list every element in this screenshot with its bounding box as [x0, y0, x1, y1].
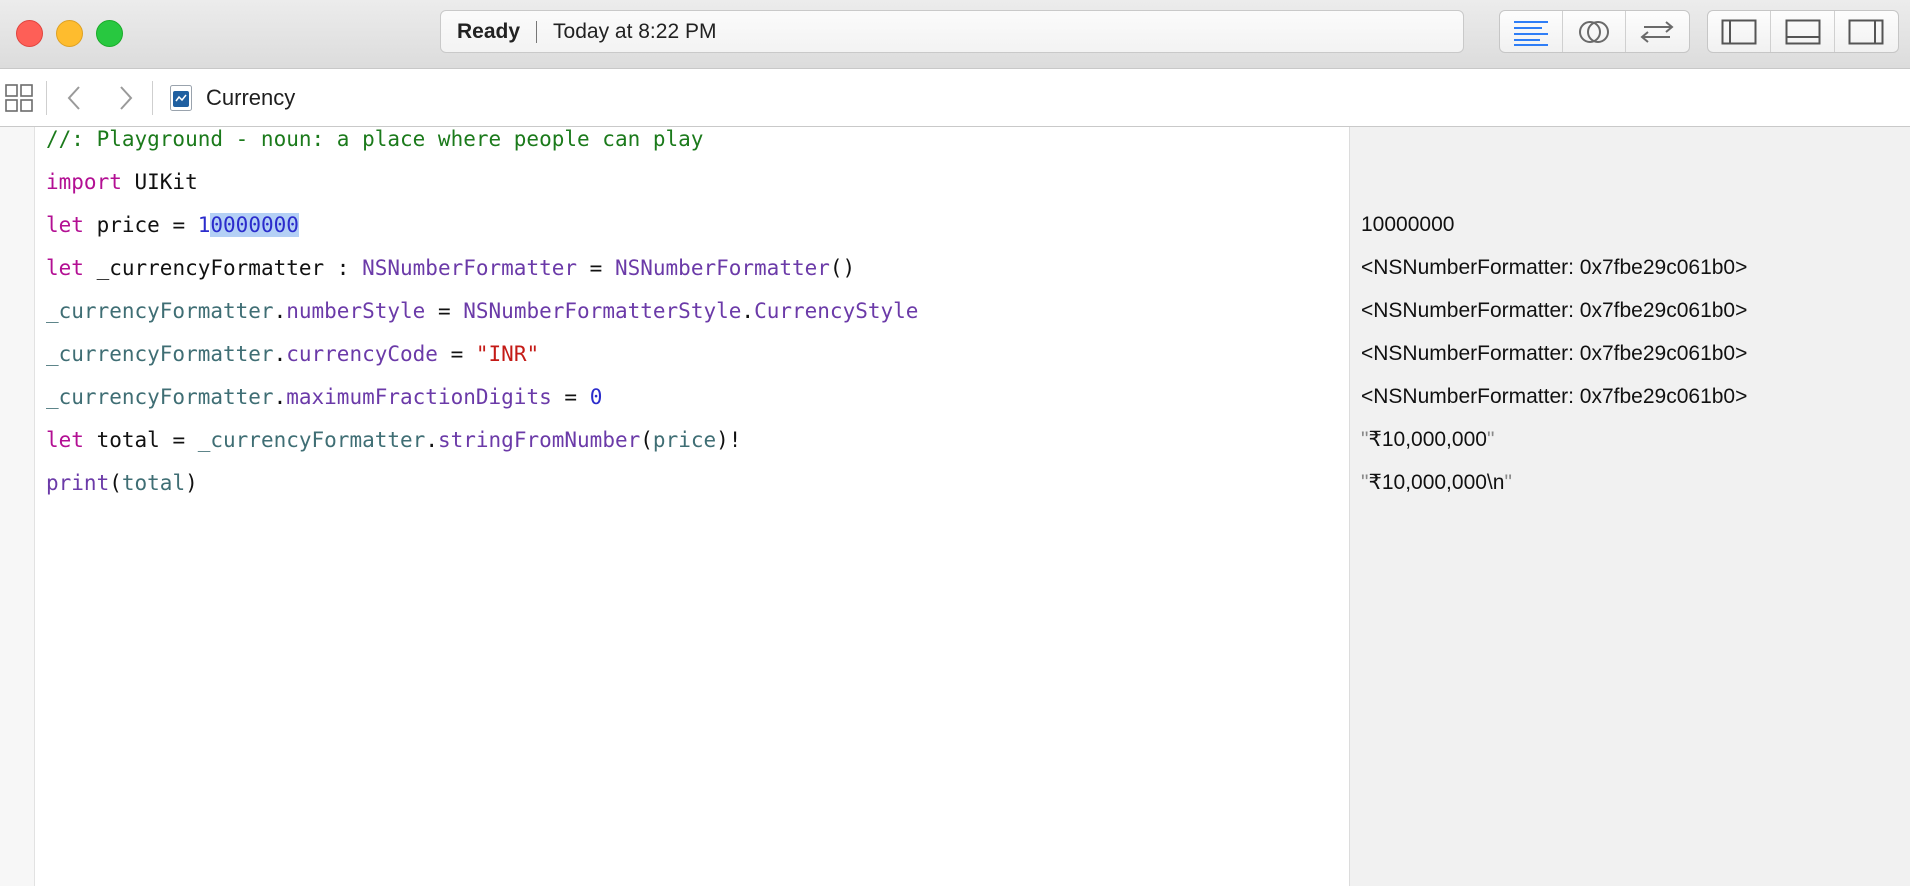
- code-text: UIKit: [121, 170, 198, 194]
- code-text: =: [551, 385, 590, 409]
- chevron-left-icon: [67, 86, 80, 110]
- code-text: .: [273, 385, 287, 409]
- forward-button[interactable]: [114, 83, 138, 113]
- utilities-toggle-icon: [1848, 19, 1884, 44]
- debug-area-toggle-button[interactable]: [1771, 11, 1835, 52]
- code-line-4[interactable]: let _currencyFormatter : NSNumberFormatt…: [46, 253, 855, 283]
- code-text: .: [273, 299, 287, 323]
- variable-name: _currencyFormatter: [46, 342, 274, 366]
- build-status: Ready: [457, 19, 521, 43]
- enum-member: CurrencyStyle: [754, 299, 919, 323]
- code-text: =: [425, 299, 464, 323]
- keyword: let: [46, 213, 84, 237]
- version-editor-button[interactable]: [1626, 11, 1689, 52]
- assistant-editor-button[interactable]: [1563, 11, 1626, 52]
- variable-name: _currencyFormatter: [197, 428, 426, 452]
- activity-viewer: Ready Today at 8:22 PM: [440, 10, 1464, 53]
- navigator-toggle-icon: [1721, 19, 1757, 44]
- results-sidebar: 10000000 <NSNumberFormatter: 0x7fbe29c06…: [1349, 127, 1910, 886]
- zoom-window-button[interactable]: [96, 20, 123, 47]
- jumpbar-divider: [46, 81, 47, 115]
- code-line-1[interactable]: //: Playground - noun: a place where peo…: [46, 124, 703, 154]
- comment-text: //: Playground - noun: a place where peo…: [46, 127, 704, 151]
- property-name: maximumFractionDigits: [286, 385, 552, 409]
- code-line-3[interactable]: let price = 10000000: [46, 210, 299, 240]
- code-text: (: [640, 428, 653, 452]
- code-line-9[interactable]: print(total): [46, 468, 198, 498]
- code-text: .: [273, 342, 287, 366]
- code-text: .: [425, 428, 438, 452]
- result-string: ₹10,000,000\n: [1368, 471, 1505, 494]
- property-name: currencyCode: [286, 342, 438, 366]
- keyword: let: [46, 428, 84, 452]
- result-value[interactable]: <NSNumberFormatter: 0x7fbe29c061b0>: [1361, 339, 1747, 369]
- code-line-5[interactable]: _currencyFormatter.numberStyle = NSNumbe…: [46, 296, 918, 326]
- variable-name: _currencyFormatter: [46, 299, 274, 323]
- file-name-breadcrumb[interactable]: Currency: [206, 85, 295, 111]
- code-editor[interactable]: //: Playground - noun: a place where peo…: [35, 127, 1349, 886]
- code-text: (: [109, 471, 122, 495]
- related-items-button[interactable]: [4, 83, 34, 113]
- result-value[interactable]: "₹10,000,000": [1361, 425, 1494, 455]
- method-name: stringFromNumber: [437, 428, 641, 452]
- number-literal: 0: [589, 385, 603, 409]
- code-line-7[interactable]: _currencyFormatter.maximumFractionDigits…: [46, 382, 602, 412]
- navigator-toggle-button[interactable]: [1708, 11, 1772, 52]
- related-items-grid-icon: [5, 84, 33, 112]
- code-text: _currencyFormatter :: [83, 256, 363, 280]
- number-literal: 1: [197, 213, 211, 237]
- back-button[interactable]: [62, 83, 86, 113]
- result-value[interactable]: <NSNumberFormatter: 0x7fbe29c061b0>: [1361, 382, 1747, 412]
- result-value[interactable]: "₹10,000,000\n": [1361, 468, 1512, 498]
- code-text: .: [741, 299, 755, 323]
- window-titlebar: Ready Today at 8:22 PM: [0, 0, 1910, 69]
- panel-toggle-control: [1707, 10, 1899, 53]
- type-name: NSNumberFormatterStyle: [463, 299, 742, 323]
- quote-mark: ": [1486, 428, 1495, 451]
- code-text: price =: [83, 213, 198, 237]
- result-value[interactable]: 10000000: [1361, 210, 1454, 240]
- type-name: NSNumberFormatter: [614, 256, 830, 280]
- line-gutter: [0, 127, 35, 886]
- code-text: (): [829, 256, 856, 280]
- code-text: =: [437, 342, 476, 366]
- utilities-toggle-button[interactable]: [1835, 11, 1898, 52]
- function-name: print: [46, 471, 110, 495]
- playground-file-icon: [170, 85, 192, 111]
- jump-bar: Currency: [0, 69, 1910, 127]
- code-line-2[interactable]: import UIKit: [46, 167, 198, 197]
- close-window-button[interactable]: [16, 20, 43, 47]
- version-editor-icon: [1640, 20, 1675, 43]
- property-name: numberStyle: [286, 299, 426, 323]
- chevron-right-icon: [120, 86, 133, 110]
- activity-divider: [536, 20, 538, 43]
- code-line-8[interactable]: let total = _currencyFormatter.stringFro…: [46, 425, 741, 455]
- variable-name: total: [121, 471, 186, 495]
- code-text: total =: [83, 428, 198, 452]
- result-string: ₹10,000,000: [1368, 428, 1487, 451]
- keyword: import: [46, 170, 122, 194]
- standard-editor-icon: [1514, 20, 1548, 46]
- assistant-editor-icon: [1579, 20, 1609, 43]
- variable-name: _currencyFormatter: [46, 385, 274, 409]
- build-time: Today at 8:22 PM: [553, 19, 717, 43]
- quote-mark: ": [1504, 471, 1512, 494]
- keyword: let: [46, 256, 84, 280]
- jumpbar-divider: [152, 81, 153, 115]
- type-name: NSNumberFormatter: [362, 256, 578, 280]
- result-value[interactable]: <NSNumberFormatter: 0x7fbe29c061b0>: [1361, 253, 1747, 283]
- standard-editor-button[interactable]: [1500, 11, 1563, 52]
- editor-mode-control: [1499, 10, 1690, 53]
- minimize-window-button[interactable]: [56, 20, 83, 47]
- code-text: )!: [716, 428, 742, 452]
- debug-area-toggle-icon: [1785, 19, 1821, 44]
- code-text: =: [577, 256, 615, 280]
- result-value[interactable]: <NSNumberFormatter: 0x7fbe29c061b0>: [1361, 296, 1747, 326]
- code-text: ): [185, 471, 198, 495]
- variable-name: price: [652, 428, 717, 452]
- selected-number-literal: 0000000: [210, 213, 299, 237]
- code-line-6[interactable]: _currencyFormatter.currencyCode = "INR": [46, 339, 539, 369]
- string-literal: "INR": [475, 342, 540, 366]
